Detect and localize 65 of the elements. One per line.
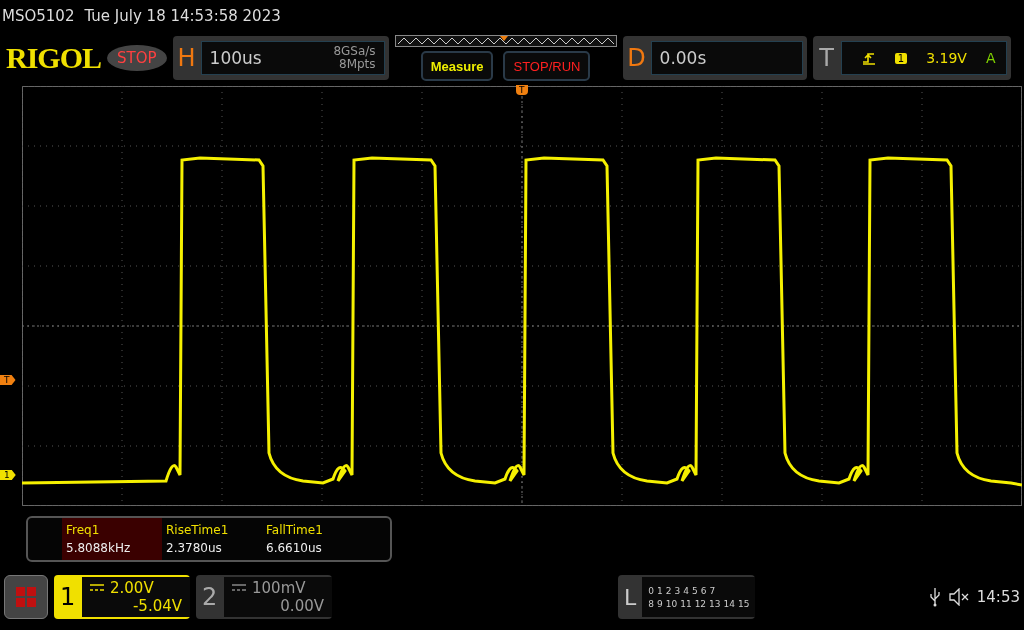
measurement-value: 5.8088kHz [66,540,132,557]
trigger-label: T [818,44,835,72]
measurement-item[interactable]: RiseTime1 2.3780us [162,518,262,560]
memory-depth: 8Mpts [339,58,376,71]
speaker-muted-icon [948,588,969,606]
model-name: MSO5102 [2,7,75,25]
usb-icon [928,587,941,607]
waveform-overview-icon [394,35,617,47]
logic-channel-number: 14 [723,598,735,609]
measure-button[interactable]: Measure [420,51,494,81]
menu-button[interactable] [4,575,48,619]
logic-channel-number: 7 [709,585,716,596]
logic-channel-number: 13 [709,598,721,609]
trigger-level-marker[interactable]: T [0,375,16,385]
trigger-level: 3.19V [926,50,967,66]
delay-value: 0.00s [659,48,707,68]
trigger-source: 1 [894,52,908,64]
logic-channel-number: 11 [680,598,692,609]
measurement-name: RiseTime1 [166,522,230,539]
measurement-value: 2.3780us [166,540,223,557]
trigger-mode: A [986,50,996,66]
logic-channel-number: 0 [648,585,654,596]
grid-icon [15,586,37,608]
timebase-value: 100us [209,48,262,68]
logic-channel-number: 12 [694,598,707,609]
logic-channel-number: 4 [683,585,689,596]
horizontal-label: H [176,44,197,72]
logic-channel-number: 2 [665,585,672,596]
channel-panel[interactable]: 2 100mV 0.00V [196,575,332,619]
brand-logo: RIGOL [6,41,102,75]
channel-panel[interactable]: 1 2.00V -5.04V [54,575,190,619]
logic-channel-number: 10 [665,598,678,609]
channel-scale: 2.00V [110,579,154,597]
stop-run-button[interactable]: STOP/RUN [503,51,591,81]
horizontal-panel[interactable]: H 100us 8GSa/s 8Mpts [172,36,389,80]
logic-channel-number: 8 [648,598,654,609]
measurement-item[interactable]: Freq1 5.8088kHz [62,518,162,560]
sample-rate: 8GSa/s [333,45,376,58]
rising-edge-icon [861,51,876,65]
logic-channel-number: 6 [700,585,707,596]
measurement-name: Freq1 [66,522,101,539]
dc-coupling-icon [90,584,104,592]
dc-coupling-icon [232,584,246,592]
logic-channel-number: 5 [691,585,698,596]
channel-offset: 0.00V [280,597,324,615]
measurement-value: 6.6610us [266,540,323,557]
measurement-item[interactable]: FallTime1 6.6610us [262,518,362,560]
channel-offset-marker[interactable]: 1 [0,470,16,480]
channel-scale: 100mV [252,579,306,597]
delay-label: D [626,44,647,72]
logic-channel-number: 15 [738,598,750,609]
date-time: Tue July 18 14:53:58 2023 [84,7,281,25]
channel-number: 1 [60,583,77,611]
delay-panel[interactable]: D 0.00s [622,36,807,80]
channel-offset: -5.04V [132,597,182,615]
channel-number: 2 [202,583,219,611]
measurement-name: FallTime1 [266,522,324,539]
clock-time: 14:53 [976,588,1020,606]
logic-label: L [624,584,637,610]
logic-channel-number: 9 [657,598,663,609]
trigger-panel[interactable]: T 1 3.19V A [812,36,1011,80]
trigger-position-marker[interactable]: T [516,85,528,95]
logic-channel-number: 3 [674,585,681,596]
logic-channel-number: 1 [657,585,663,596]
logic-panel[interactable]: L 0 1 2 3 4 5 6 7 8 9 10 11 12 13 14 15 [618,575,756,619]
